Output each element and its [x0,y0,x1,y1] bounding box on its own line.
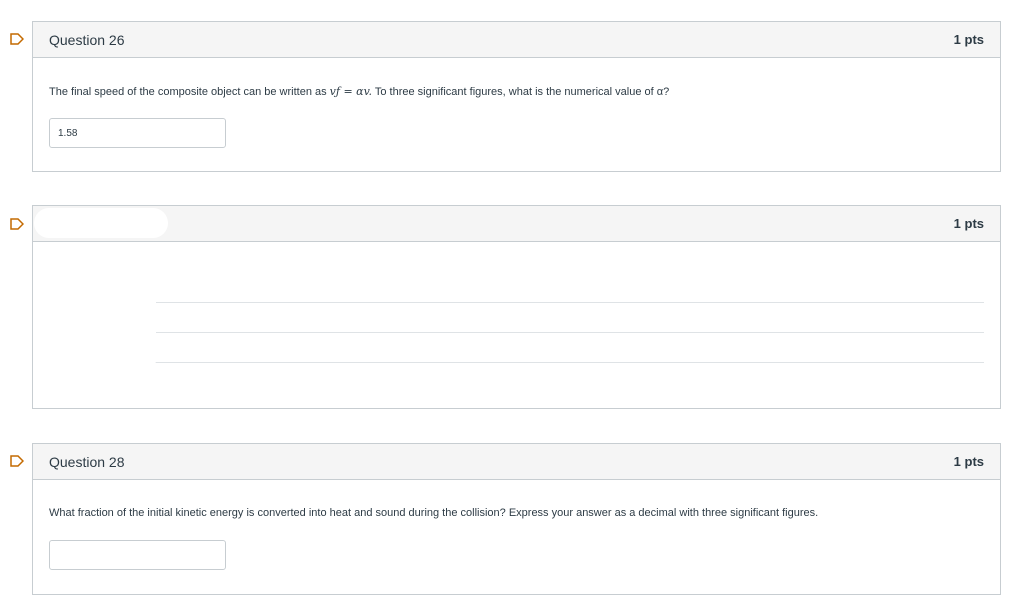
question-text: The final speed of the composite object … [49,85,984,98]
answer-line [49,332,984,333]
answer-line [49,302,984,303]
question-card: Question 28 1 pts What fraction of the i… [32,443,1001,595]
flag-question-icon[interactable] [10,218,24,230]
question-card: Question 26 1 pts The final speed of the… [32,21,1001,172]
question-body: The final speed of the composite object … [33,85,1000,148]
question-header: 1 pts [33,206,1000,242]
question-text-part: The final speed of the composite object … [49,86,330,98]
question-header: Question 28 1 pts [33,444,1000,480]
question-title: Question 26 [49,31,125,48]
question-header: Question 26 1 pts [33,22,1000,58]
redaction-blot [96,290,156,370]
question-points: 1 pts [953,454,984,469]
question-body: What fraction of the initial kinetic ene… [33,507,1000,570]
question-title: Question 28 [49,453,125,470]
question-text-part: To three significant figures, what is th… [372,86,670,98]
answer-line [49,362,984,363]
redaction-blot [34,208,168,238]
answer-input[interactable] [49,118,226,148]
question-formula: vƒ = αv. [329,85,373,98]
question-text: What fraction of the initial kinetic ene… [49,507,819,519]
flag-question-icon[interactable] [10,455,24,467]
question-points: 1 pts [953,32,984,47]
question-points: 1 pts [953,216,984,231]
question-card: 1 pts [32,205,1001,409]
answer-input[interactable] [49,540,226,570]
flag-question-icon[interactable] [10,33,24,45]
